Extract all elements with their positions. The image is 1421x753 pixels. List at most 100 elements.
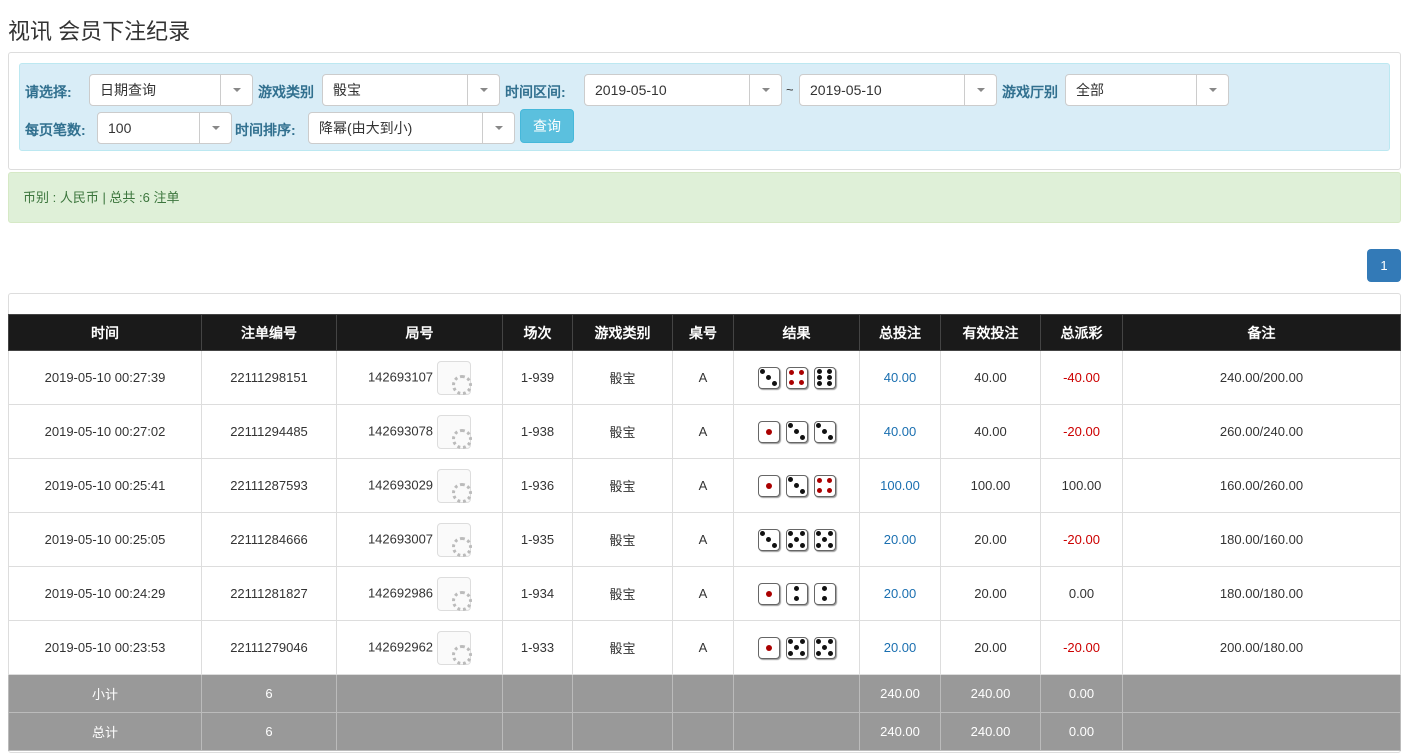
pip (822, 645, 827, 650)
game-cell: 骰宝 (572, 350, 673, 405)
note-cell: 200.00/180.00 (1122, 620, 1401, 675)
round-cell: 142693078 (336, 404, 503, 459)
game-cell: 骰宝 (572, 404, 673, 459)
total-bet-cell: 20.00 (859, 512, 941, 567)
per-page-select[interactable]: 100 (97, 112, 232, 144)
dice-5-icon (785, 528, 808, 551)
bet-id-cell: 22111279046 (201, 620, 337, 675)
dice-2-icon (785, 582, 808, 605)
result-cell (733, 512, 860, 567)
select-label: 请选择: (25, 84, 72, 100)
session-cell: 1-934 (502, 566, 573, 621)
valid-bet-cell: 40.00 (940, 404, 1041, 459)
time-cell: 2019-05-10 00:25:41 (8, 458, 202, 513)
chevron-down-icon (749, 75, 781, 105)
count-cell: 6 (201, 712, 337, 751)
column-header: 桌号 (672, 314, 734, 351)
dice-2-icon (813, 582, 836, 605)
valid-bet-cell: 100.00 (940, 458, 1041, 513)
chevron-down-icon (220, 75, 252, 105)
filter-bar: 请选择: 日期查询 游戏类别 骰宝 时间区间: 2019-05-10 ~ 201… (19, 63, 1390, 151)
pip (827, 542, 833, 548)
payout-cell: 100.00 (1040, 458, 1123, 513)
video-replay-icon[interactable] (437, 630, 473, 665)
valid-bet-cell: 240.00 (940, 674, 1041, 713)
dice-1-icon (757, 636, 780, 659)
pip (789, 379, 795, 385)
dice-5-icon (813, 636, 836, 659)
sort-value: 降幂(由大到小) (319, 120, 413, 136)
query-button[interactable]: 查询 (520, 109, 574, 143)
bet-id-cell: 22111298151 (201, 350, 337, 405)
video-replay-icon[interactable] (437, 468, 473, 503)
table-row: 2019-05-10 00:25:05 22111284666 142693007 1… (8, 512, 1401, 567)
query-type-select[interactable]: 日期查询 (89, 74, 253, 106)
dice-5-icon (785, 636, 808, 659)
total-bet-cell: 20.00 (859, 620, 941, 675)
hall-select[interactable]: 全部 (1065, 74, 1229, 106)
page-1-button[interactable]: 1 (1367, 249, 1401, 282)
table-number-cell: A (672, 620, 734, 675)
dice-1-icon (757, 420, 780, 443)
sort-select[interactable]: 降幂(由大到小) (308, 112, 515, 144)
pip (799, 542, 805, 548)
pip (794, 537, 799, 542)
video-replay-icon[interactable] (437, 414, 473, 449)
column-header: 时间 (8, 314, 202, 351)
round-cell: 142692962 (336, 620, 503, 675)
game-type-select[interactable]: 骰宝 (322, 74, 500, 106)
pip (826, 487, 832, 493)
dice-4-icon (785, 366, 808, 389)
game-cell: 骰宝 (572, 620, 673, 675)
pip (817, 375, 823, 380)
pip (822, 596, 827, 601)
result-cell (733, 350, 860, 405)
table-row: 2019-05-10 00:27:02 22111294485 142693078 1… (8, 404, 1401, 459)
empty-cell (336, 674, 503, 713)
per-page-value: 100 (108, 120, 132, 136)
date-to-select[interactable]: 2019-05-10 (799, 74, 997, 106)
pip (817, 381, 823, 386)
bet-records-table: 时间 注单编号 局号 场次 游戏类别 桌号 结果 总投注 有效投注 总派彩 备注 2019-05-1… (8, 314, 1401, 751)
game-cell: 骰宝 (572, 458, 673, 513)
pip (827, 531, 833, 537)
result-cell (733, 458, 860, 513)
empty-cell (1122, 674, 1401, 713)
sort-label: 时间排序: (235, 122, 296, 138)
total-bet-cell: 20.00 (859, 566, 941, 621)
round-number: 142693007 (367, 530, 434, 546)
valid-bet-cell: 20.00 (940, 620, 1041, 675)
pip (771, 380, 777, 386)
game-type-value: 骰宝 (333, 82, 361, 98)
session-cell: 1-939 (502, 350, 573, 405)
pip (816, 650, 822, 656)
video-replay-icon[interactable] (437, 360, 473, 395)
pip (827, 434, 833, 440)
label-cell: 小计 (8, 674, 202, 713)
table-number-cell: A (672, 512, 734, 567)
empty-cell (1122, 712, 1401, 751)
empty-cell (572, 712, 673, 751)
dice-3-icon (785, 474, 808, 497)
pip (766, 591, 772, 597)
table-number-cell: A (672, 458, 734, 513)
pip (817, 487, 823, 493)
video-replay-icon[interactable] (437, 576, 473, 611)
column-header: 局号 (336, 314, 503, 351)
bet-id-cell: 22111281827 (201, 566, 337, 621)
chevron-down-icon (467, 75, 499, 105)
game-cell: 骰宝 (572, 566, 673, 621)
valid-bet-cell: 40.00 (940, 350, 1041, 405)
date-to-value: 2019-05-10 (810, 82, 882, 98)
pip (799, 639, 805, 645)
per-page-label: 每页笔数: (25, 122, 86, 138)
pip (826, 369, 832, 374)
pip (794, 429, 799, 434)
table-row: 2019-05-10 00:23:53 22111279046 142692962 1… (8, 620, 1401, 675)
date-from-select[interactable]: 2019-05-10 (584, 74, 782, 106)
round-number: 142693029 (367, 476, 434, 492)
grand-total-row: 总计 6 240.00 240.00 0.00 (8, 712, 1401, 751)
payout-cell: 0.00 (1040, 712, 1123, 751)
video-replay-icon[interactable] (437, 522, 473, 557)
pip (822, 429, 827, 434)
